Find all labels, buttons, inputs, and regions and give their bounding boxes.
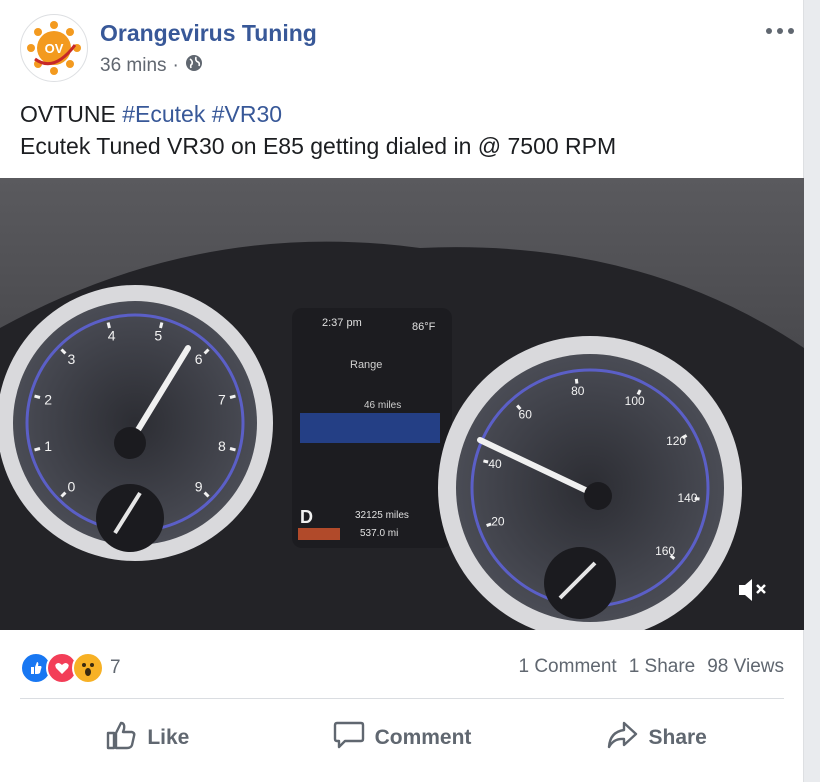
cluster-range-label: Range xyxy=(350,359,382,371)
speedo-label: 20 xyxy=(491,515,505,529)
odometer: 32125 miles xyxy=(355,510,409,521)
cluster-temp: 86°F xyxy=(412,321,436,333)
tach-label: 4 xyxy=(108,328,116,344)
actions-divider xyxy=(20,698,784,699)
avatar-text: OV xyxy=(45,41,64,56)
page-name-link[interactable]: Orangevirus Tuning xyxy=(100,20,317,47)
like-button[interactable]: Like xyxy=(20,706,275,770)
more-options-icon[interactable] xyxy=(760,16,800,46)
speedo-label: 100 xyxy=(625,394,645,408)
ov-logo: OV xyxy=(22,16,86,80)
tach-label: 7 xyxy=(218,391,226,407)
speaker-muted-icon[interactable] xyxy=(730,570,776,610)
comment-count-link[interactable]: 1 Comment xyxy=(518,656,616,678)
tach-tick xyxy=(106,322,111,329)
post-card: OV Orangevirus Tuning 36 mins · OVTUNE #… xyxy=(0,0,804,782)
like-label: Like xyxy=(147,726,190,749)
post-message: OVTUNE #Ecutek #VR30 Ecutek Tuned VR30 o… xyxy=(20,98,780,162)
trip-meter: 537.0 mi xyxy=(360,528,398,539)
tach-label: 2 xyxy=(44,391,52,407)
post-time[interactable]: 36 mins xyxy=(100,55,167,77)
share-label: Share xyxy=(648,726,707,749)
tach-tick xyxy=(159,322,164,329)
tach-tick xyxy=(34,394,41,399)
meta-separator: · xyxy=(172,55,179,76)
post-header: OV Orangevirus Tuning 36 mins · xyxy=(20,14,800,84)
reaction-count: 7 xyxy=(110,657,121,678)
gear-indicator: D xyxy=(300,507,313,527)
post-meta: 36 mins · xyxy=(100,54,203,78)
share-count-link[interactable]: 1 Share xyxy=(629,656,696,678)
tach-label: 8 xyxy=(218,438,226,454)
hashtag-vr30[interactable]: #VR30 xyxy=(212,101,282,127)
globe-icon[interactable] xyxy=(185,54,203,78)
tach-label: 1 xyxy=(44,438,52,454)
post-message-line-2: Ecutek Tuned VR30 on E85 getting dialed … xyxy=(20,133,617,159)
speedo-tick xyxy=(486,522,492,528)
speedo-label: 60 xyxy=(519,408,533,422)
share-arrow-icon xyxy=(606,720,638,756)
speedo-tick xyxy=(636,389,642,396)
hashtag-ecutek[interactable]: #Ecutek xyxy=(122,101,205,127)
speedo-tick xyxy=(574,378,579,384)
share-button[interactable]: Share xyxy=(529,706,784,770)
post-message-line-1: OVTUNE #Ecutek #VR30 xyxy=(20,98,780,130)
cluster-time: 2:37 pm xyxy=(322,317,362,329)
post-stats: 7 1 Comment 1 Share 98 Views xyxy=(20,648,784,688)
comment-button[interactable]: Comment xyxy=(275,706,530,770)
post-prefix: OVTUNE xyxy=(20,101,116,127)
post-actions: Like Comment Share xyxy=(20,706,784,770)
engagement-counts: 1 Comment 1 Share 98 Views xyxy=(518,656,784,678)
center-display: 2:37 pm 86°F Range 46 miles D 32125 mile… xyxy=(292,308,452,548)
reactions-summary[interactable]: 7 xyxy=(20,652,121,684)
speedo-tick xyxy=(681,434,688,440)
tachometer: 0 1 2 3 4 5 6 7 8 9 xyxy=(0,285,273,561)
tach-label: 5 xyxy=(154,328,162,344)
speedo-label: 80 xyxy=(571,384,585,398)
tach-tick xyxy=(34,447,41,452)
thumbs-up-icon xyxy=(105,720,137,756)
cluster-range-value: 46 miles xyxy=(364,400,401,411)
comment-label: Comment xyxy=(374,726,472,749)
speedo-label: 40 xyxy=(488,457,502,471)
tach-label: 9 xyxy=(195,478,203,494)
tach-label: 0 xyxy=(68,478,76,494)
video-player[interactable]: 0 1 2 3 4 5 6 7 8 9 2:37 pm 86°F Range 46 miles D… xyxy=(0,178,804,630)
tach-tick xyxy=(229,394,236,399)
speedo-tick xyxy=(483,459,489,464)
speedo-tick xyxy=(694,497,700,501)
tach-label: 3 xyxy=(68,351,76,367)
view-count: 98 Views xyxy=(707,656,784,677)
tach-label: 6 xyxy=(195,351,203,367)
speech-bubble-icon xyxy=(333,720,365,756)
speedometer: 20406080100120140160 xyxy=(438,336,742,630)
tach-tick xyxy=(229,447,236,452)
page-avatar[interactable]: OV xyxy=(20,14,88,82)
video-frame: 0 1 2 3 4 5 6 7 8 9 2:37 pm 86°F Range 46 miles D… xyxy=(0,178,804,630)
wow-reaction-icon xyxy=(72,652,104,684)
